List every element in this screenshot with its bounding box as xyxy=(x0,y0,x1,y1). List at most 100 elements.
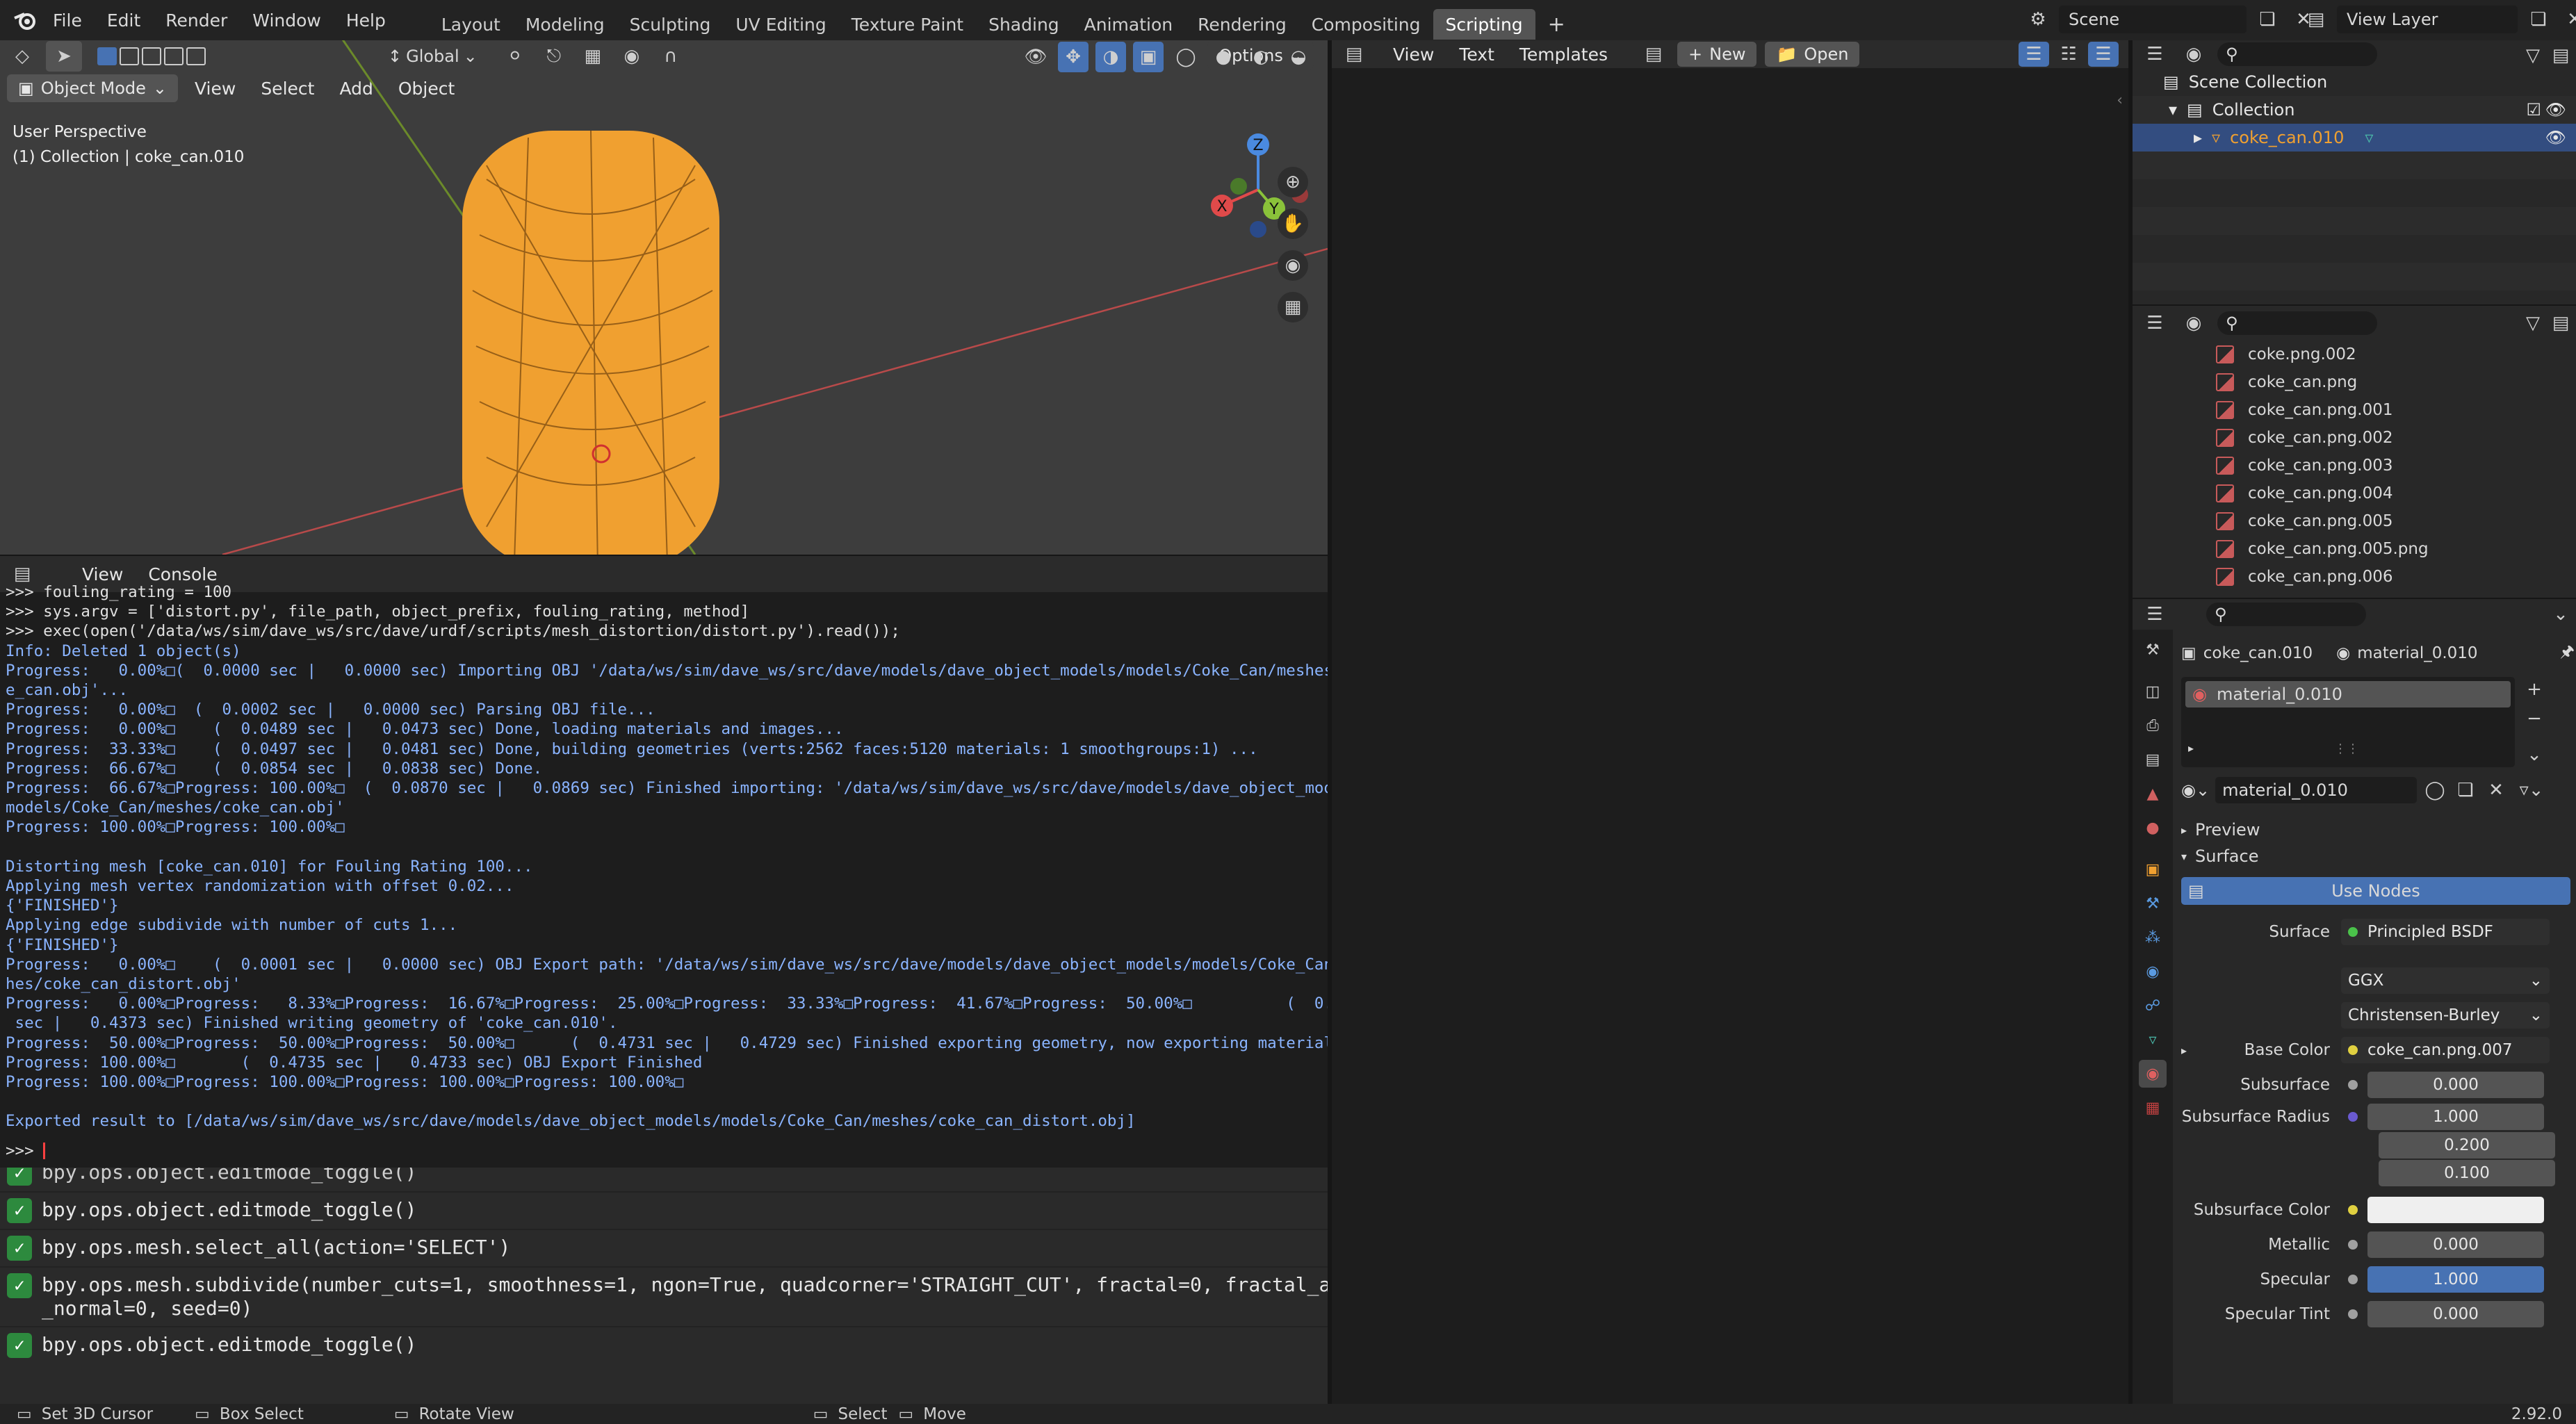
sidebar-toggle-icon[interactable]: ‹ xyxy=(2117,92,2123,109)
word-wrap-icon[interactable]: ☷ xyxy=(2053,42,2084,67)
eye-icon[interactable]: 👁 xyxy=(2545,100,2566,120)
texture-tab-icon[interactable]: ▦ xyxy=(2139,1094,2167,1122)
material-slot-list[interactable]: ◉ material_0.010 ▸ ⋮⋮ xyxy=(2181,677,2515,767)
link-icon[interactable]: ▿⌄ xyxy=(2514,777,2549,803)
list-item[interactable]: coke_can.png.004 xyxy=(2133,480,2576,507)
pin-icon[interactable]: 🖈 xyxy=(2560,640,2575,667)
tab-layout[interactable]: Layout xyxy=(429,9,513,40)
scene-name-field[interactable]: Scene xyxy=(2059,6,2247,33)
material-name-field[interactable]: material_0.010 xyxy=(2215,777,2418,803)
subsurface-radius-x[interactable]: 1.000 xyxy=(2367,1104,2544,1130)
list-options-icon[interactable]: ▤ xyxy=(2545,308,2576,338)
text-menu-text[interactable]: Text xyxy=(1451,44,1503,65)
subsurface-value[interactable]: 0.000 xyxy=(2367,1072,2544,1098)
info-row[interactable]: ✓ bpy.ops.mesh.subdivide(number_cuts=1, … xyxy=(0,1266,1328,1326)
menu-window[interactable]: Window xyxy=(240,0,334,40)
tab-uv-editing[interactable]: UV Editing xyxy=(723,9,838,40)
chevron-right-icon[interactable]: ▸ xyxy=(2188,742,2194,755)
scene-tab-icon[interactable]: ▲ xyxy=(2139,780,2167,808)
grid-perspective-icon[interactable]: ▦ xyxy=(1278,292,1308,322)
chevron-down-icon[interactable]: ▾ xyxy=(2169,100,2177,120)
filter-icon[interactable]: ▽ xyxy=(2518,40,2548,71)
console-prompt-line[interactable]: >>> xyxy=(0,1141,1328,1161)
view-layer-browse-icon[interactable]: ❏ xyxy=(2523,4,2554,35)
view-layer-icon[interactable]: ▤ xyxy=(2301,4,2331,35)
text-menu-view[interactable]: View xyxy=(1385,44,1442,65)
properties-search-input[interactable]: ⚲ xyxy=(2206,603,2366,626)
tab-texture-paint[interactable]: Texture Paint xyxy=(839,9,976,40)
console-menu-view[interactable]: View xyxy=(74,564,131,584)
preview-panel-header[interactable]: ▸ Preview xyxy=(2181,817,2570,842)
specular-tint-value[interactable]: 0.000 xyxy=(2367,1301,2544,1327)
resize-handle-icon[interactable]: ⋮⋮ xyxy=(2334,742,2359,756)
metallic-value[interactable]: 0.000 xyxy=(2367,1231,2544,1258)
list-item[interactable]: coke_can.png.002 xyxy=(2133,424,2576,452)
tab-sculpting[interactable]: Sculpting xyxy=(617,9,724,40)
list-type-icon[interactable]: ☰ xyxy=(2139,308,2170,338)
new-text-button[interactable]: + New xyxy=(1677,42,1757,67)
properties-type-icon[interactable]: ☰ xyxy=(2139,599,2170,630)
world-tab-icon[interactable]: ● xyxy=(2139,814,2167,842)
material-browse-icon[interactable]: ◉⌄ xyxy=(2181,780,2210,800)
chevron-down-icon[interactable]: ⌄ xyxy=(2545,599,2576,630)
tool-tab-icon[interactable]: ⚒ xyxy=(2139,636,2167,664)
checkbox-icon[interactable]: ☑ xyxy=(2526,100,2541,120)
physics-tab-icon[interactable]: ◉ xyxy=(2139,958,2167,985)
data-search-input[interactable]: ⚲ xyxy=(2217,311,2377,335)
line-numbers-icon[interactable]: ☰ xyxy=(2019,42,2049,67)
unlink-icon[interactable]: ✕ xyxy=(2484,777,2509,803)
subsurface-radius-z[interactable]: 0.100 xyxy=(2379,1160,2555,1186)
list-item[interactable]: coke.png.002 xyxy=(2133,341,2576,368)
outliner-type-icon[interactable]: ☰ xyxy=(2139,40,2170,69)
scene-collection-row[interactable]: ▤ Scene Collection xyxy=(2133,68,2576,96)
new-collection-icon[interactable]: ▤ xyxy=(2545,40,2576,71)
material-slot-row[interactable]: ◉ material_0.010 xyxy=(2185,681,2511,707)
menu-render[interactable]: Render xyxy=(153,0,240,40)
open-text-button[interactable]: 📁 Open xyxy=(1765,42,1860,67)
info-row[interactable]: ✓ bpy.ops.object.editmode_toggle() xyxy=(0,1191,1328,1229)
zoom-icon[interactable]: ⊕ xyxy=(1278,167,1308,197)
constraints-tab-icon[interactable]: ☍ xyxy=(2139,992,2167,1020)
properties-editor[interactable]: ☰ ⚲ ⌄ ⚒ ◫ ⎙ ▤ ▲ ● ▣ ⚒ ⁂ ◉ ☍ ▿ ◉ ▦ ▣ coke… xyxy=(2133,599,2576,1404)
view-layer-tab-icon[interactable]: ▤ xyxy=(2139,746,2167,774)
output-tab-icon[interactable]: ⎙ xyxy=(2139,712,2167,739)
menu-file[interactable]: File xyxy=(40,0,95,40)
tab-rendering[interactable]: Rendering xyxy=(1185,9,1299,40)
text-menu-templates[interactable]: Templates xyxy=(1511,44,1616,65)
subsurface-radius-y[interactable]: 0.200 xyxy=(2379,1132,2555,1159)
chevron-right-icon[interactable]: ▸ xyxy=(2181,1044,2198,1057)
slot-menu-icon[interactable]: ⌄ xyxy=(2522,742,2547,767)
tab-scripting[interactable]: Scripting xyxy=(1433,9,1535,40)
python-console[interactable]: ▤ View Console >>> fouling_rating = 100 >… xyxy=(0,556,1328,1168)
particles-tab-icon[interactable]: ⁂ xyxy=(2139,924,2167,951)
collection-row[interactable]: ▾ ▤ Collection ☑ 👁 xyxy=(2133,96,2576,124)
text-editor[interactable]: ▤ View Text Templates ▤ + New 📁 Open ☰ ☷ ☰… xyxy=(1332,40,2128,1404)
scene-icon[interactable]: ⚙ xyxy=(2023,4,2053,35)
eye-icon[interactable]: 👁 xyxy=(2545,128,2566,147)
filter-icon[interactable]: ▽ xyxy=(2518,308,2548,338)
list-item[interactable]: coke_can.png.001 xyxy=(2133,396,2576,424)
tab-modeling[interactable]: Modeling xyxy=(513,9,617,40)
list-item[interactable]: coke_can.png.005 xyxy=(2133,507,2576,535)
camera-icon[interactable]: ◉ xyxy=(1278,250,1308,281)
menu-edit[interactable]: Edit xyxy=(95,0,153,40)
object-row[interactable]: ▸ ▿ coke_can.010 ▿ 👁 xyxy=(2133,124,2576,152)
blender-logo-icon[interactable] xyxy=(10,5,40,35)
display-mode-icon[interactable]: ◉ xyxy=(2178,40,2209,69)
distribution-select[interactable]: GGX ⌄ xyxy=(2341,967,2550,994)
specular-value[interactable]: 1.000 xyxy=(2367,1266,2544,1293)
view-layer-field[interactable]: View Layer xyxy=(2337,6,2518,33)
render-tab-icon[interactable]: ◫ xyxy=(2139,678,2167,705)
add-slot-icon[interactable]: + xyxy=(2522,677,2547,702)
subsurface-method-select[interactable]: Christensen-Burley ⌄ xyxy=(2341,1002,2550,1029)
outliner-search-input[interactable]: ⚲ xyxy=(2217,42,2377,66)
menu-help[interactable]: Help xyxy=(334,0,398,40)
scene-browse-icon[interactable]: ❏ xyxy=(2252,4,2283,35)
info-row[interactable]: ✓ bpy.ops.object.editmode_toggle() xyxy=(0,1168,1328,1191)
object-tab-icon[interactable]: ▣ xyxy=(2139,856,2167,883)
pan-hand-icon[interactable]: ✋ xyxy=(1278,208,1308,239)
use-nodes-button[interactable]: ▤ Use Nodes xyxy=(2181,877,2570,905)
list-item[interactable]: coke_can.png.003 xyxy=(2133,452,2576,480)
chevron-right-icon[interactable]: ▸ xyxy=(2194,128,2202,147)
console-menu-console[interactable]: Console xyxy=(140,564,225,584)
